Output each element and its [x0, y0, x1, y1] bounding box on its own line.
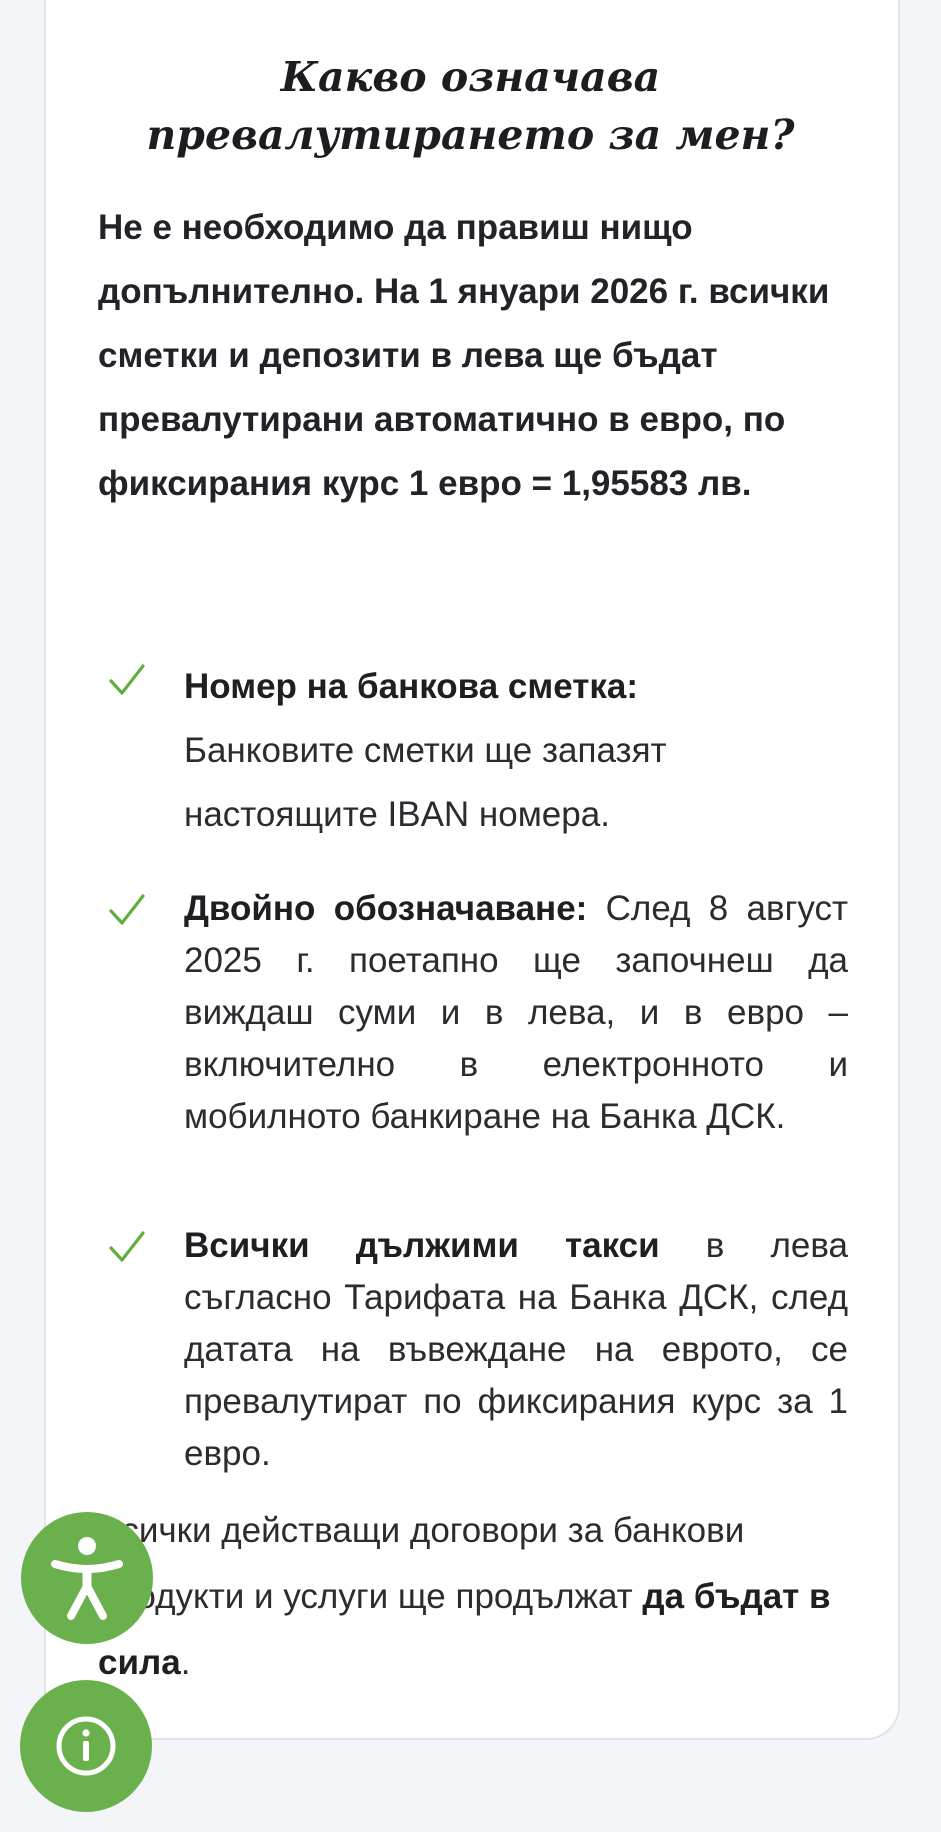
- list-item-heading: Номер на банкова сметка:: [184, 667, 639, 706]
- list-item-heading: Двойно обозначаване:: [184, 889, 588, 928]
- outro-paragraph: Всички действащи договори за банкови про…: [98, 1498, 858, 1696]
- info-icon: [56, 1716, 116, 1776]
- intro-paragraph: Не е необходимо да правиш нищо допълните…: [98, 208, 830, 503]
- section-title-line-1: Какво означава: [280, 53, 661, 101]
- list-item-text: Всички дължими такси в лева съгласно Тар…: [184, 1220, 848, 1480]
- check-icon: [109, 664, 145, 695]
- list-item-text: Двойно обозначаване: След 8 август 2025 …: [184, 883, 848, 1143]
- accessibility-button[interactable]: [21, 1512, 153, 1644]
- list-item-body: Банковите сметки ще запазят настоящите I…: [184, 731, 667, 834]
- check-icon: [109, 1231, 145, 1262]
- list-item-heading: Всички дължими такси: [184, 1226, 660, 1265]
- info-button[interactable]: [20, 1680, 152, 1812]
- section-title-line-2: превалутирането за мен?: [146, 111, 795, 159]
- check-icon: [109, 894, 145, 925]
- outro-end: .: [180, 1643, 191, 1682]
- section-title: Какво означава превалутирането за мен?: [0, 48, 941, 164]
- list-item-text: Номер на банкова сметка: Банковите сметки…: [184, 655, 848, 847]
- accessibility-icon: [51, 1537, 123, 1620]
